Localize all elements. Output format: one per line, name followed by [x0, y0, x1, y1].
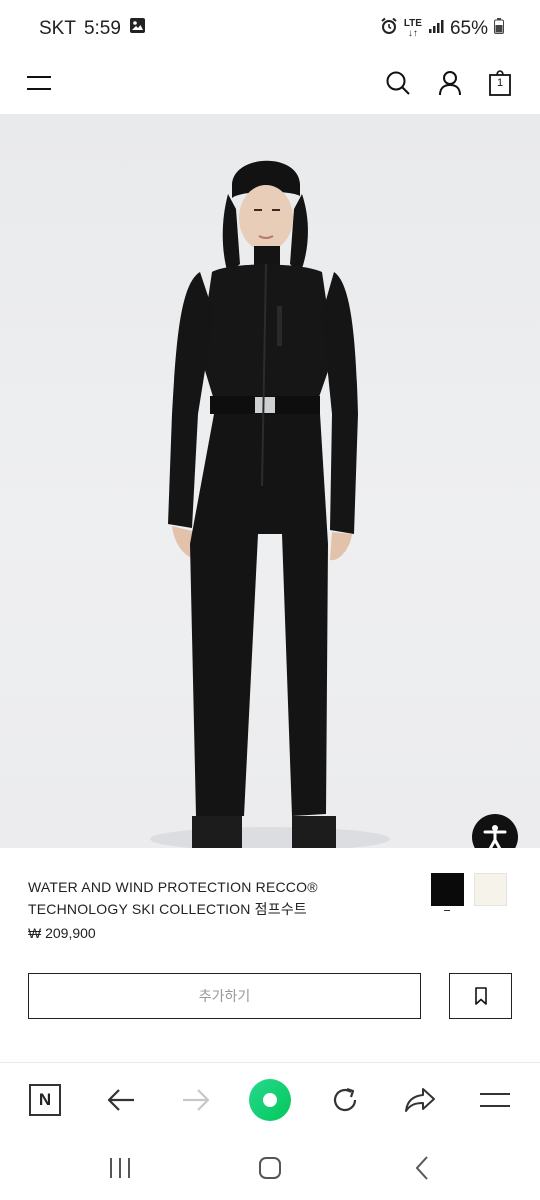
forward-arrow-icon — [183, 1089, 210, 1111]
model-figure — [150, 160, 390, 848]
share-icon — [405, 1088, 435, 1112]
signal-icon — [428, 18, 444, 40]
home-icon — [259, 1157, 281, 1179]
color-swatch-cream[interactable] — [474, 873, 507, 906]
battery-percent: 65% — [449, 18, 488, 39]
product-image[interactable] — [0, 114, 540, 848]
bookmark-button[interactable] — [449, 973, 512, 1019]
cart-button[interactable]: 1 — [483, 66, 517, 100]
product-name-line1: WATER AND WIND PROTECTION RECCO® — [28, 879, 318, 895]
browser-menu-button[interactable] — [472, 1077, 518, 1123]
selected-swatch-indicator — [444, 910, 450, 911]
carrier-label: SKT — [39, 17, 76, 39]
recent-apps-button[interactable] — [100, 1148, 140, 1188]
cart-count: 1 — [496, 77, 504, 89]
browser-toolbar: N — [0, 1062, 540, 1136]
forward-button[interactable] — [173, 1077, 219, 1123]
alarm-icon — [380, 17, 398, 41]
app-header: 1 — [0, 56, 540, 114]
naver-home-button[interactable]: N — [22, 1077, 68, 1123]
product-price: ₩ 209,900 — [28, 925, 96, 941]
menu-icon[interactable] — [22, 66, 56, 100]
color-swatch-black[interactable] — [431, 873, 464, 906]
status-right: LTE ↓↑ 65% — [380, 17, 504, 41]
status-bar: SKT 5:59 LTE ↓↑ 65% — [0, 0, 540, 56]
naver-logo-icon: N — [29, 1084, 61, 1116]
network-type: LTE ↓↑ — [403, 18, 422, 39]
status-left: SKT 5:59 — [39, 17, 146, 40]
bookmark-icon — [474, 987, 487, 1005]
add-to-cart-button[interactable]: 추가하기 — [28, 973, 421, 1019]
back-arrow-icon — [107, 1089, 134, 1111]
product-info: WATER AND WIND PROTECTION RECCO® TECHNOL… — [0, 848, 540, 1062]
search-icon[interactable] — [381, 66, 415, 100]
share-button[interactable] — [397, 1077, 443, 1123]
system-back-icon — [415, 1156, 428, 1180]
green-dot-icon — [249, 1079, 291, 1121]
battery-icon — [494, 18, 504, 40]
home-button[interactable] — [250, 1148, 290, 1188]
refresh-button[interactable] — [322, 1077, 368, 1123]
refresh-icon — [333, 1087, 357, 1112]
recent-apps-icon — [110, 1158, 130, 1178]
back-button[interactable] — [98, 1077, 144, 1123]
account-icon[interactable] — [433, 66, 467, 100]
gallery-notification-icon — [129, 17, 146, 40]
hamburger-icon — [480, 1093, 510, 1107]
clock: 5:59 — [83, 17, 121, 39]
product-name: WATER AND WIND PROTECTION RECCO® TECHNOL… — [28, 876, 408, 920]
accessibility-icon — [483, 825, 507, 848]
system-back-button[interactable] — [402, 1148, 442, 1188]
product-name-line2: TECHNOLOGY SKI COLLECTION 점프수트 — [28, 901, 307, 917]
system-navigation — [0, 1136, 540, 1200]
green-dot-button[interactable] — [247, 1077, 293, 1123]
